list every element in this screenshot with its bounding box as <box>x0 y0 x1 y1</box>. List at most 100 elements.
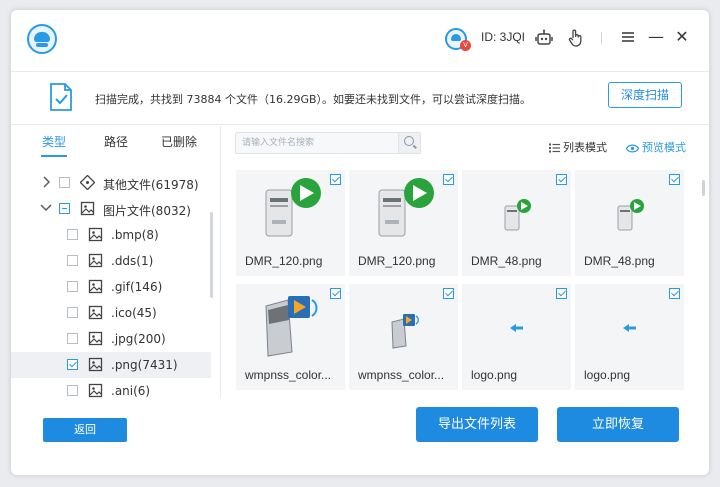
tree-item-gif[interactable]: .gif(146) <box>11 274 211 300</box>
recover-now-button[interactable]: 立即恢复 <box>557 407 679 442</box>
eye-icon <box>625 143 640 156</box>
back-button[interactable]: 返回 <box>43 418 127 442</box>
card-checkbox[interactable] <box>556 174 567 185</box>
image-file-icon <box>80 201 95 216</box>
image-file-icon <box>88 227 103 242</box>
file-card[interactable]: wmpnss_color... <box>349 284 458 390</box>
tree-item-ani[interactable]: .ani(6) <box>11 378 211 398</box>
file-card[interactable]: DMR_120.png <box>349 170 458 276</box>
tree-item-other-files[interactable]: 其他文件(61978) <box>11 170 211 196</box>
list-mode-label: 列表模式 <box>563 141 607 154</box>
file-name: DMR_48.png <box>471 254 542 268</box>
tree-item-label: .ico(45) <box>111 306 157 320</box>
tree-checkbox[interactable] <box>59 177 70 188</box>
tab-path[interactable]: 路径 <box>104 133 128 150</box>
tree-scrollbar[interactable] <box>210 212 213 298</box>
card-checkbox[interactable] <box>556 288 567 299</box>
arrow-left-icon <box>575 290 684 360</box>
file-card[interactable]: DMR_48.png <box>462 170 571 276</box>
tree-item-label: 其他文件(61978) <box>103 178 199 192</box>
file-card[interactable]: DMR_48.png <box>575 170 684 276</box>
tree-item-ico[interactable]: .ico(45) <box>11 300 211 326</box>
wmp-server-large-icon <box>236 290 345 360</box>
file-grid: DMR_120.png DMR_120.png DMR_48.png DMR_4… <box>236 170 696 398</box>
minimize-button[interactable]: — <box>645 26 667 48</box>
tree-item-label: .bmp(8) <box>111 228 159 242</box>
list-mode-button[interactable]: 列表模式 <box>549 139 607 156</box>
menu-icon[interactable] <box>617 26 639 48</box>
tree-item-label: .ani(6) <box>111 384 151 398</box>
file-name: wmpnss_color... <box>245 368 332 382</box>
file-name: DMR_120.png <box>358 254 436 268</box>
tree-item-label: .jpg(200) <box>111 332 166 346</box>
category-panel: 类型 路径 已删除 其他文件(61978) 图片文件(8032) .bmp(8)… <box>11 126 221 398</box>
search-icon[interactable] <box>398 133 420 153</box>
chevron-right-icon[interactable] <box>40 175 52 189</box>
tree-item-dds[interactable]: .dds(1) <box>11 248 211 274</box>
file-card[interactable]: logo.png <box>575 284 684 390</box>
document-check-icon <box>49 82 73 112</box>
tree-checkbox[interactable] <box>67 307 78 318</box>
robot-support-icon[interactable] <box>534 28 554 48</box>
image-file-icon <box>88 357 103 372</box>
vip-badge: V <box>460 40 471 51</box>
search-box <box>235 132 421 154</box>
file-card[interactable]: logo.png <box>462 284 571 390</box>
file-name: DMR_48.png <box>584 254 655 268</box>
tree-checkbox[interactable] <box>59 203 70 214</box>
tab-type[interactable]: 类型 <box>42 133 66 150</box>
scan-result-bar: 扫描完成，共找到 73884 个文件（16.29GB）。如要还未找到文件，可以尝… <box>11 73 709 125</box>
preview-mode-button[interactable]: 预览模式 <box>625 139 686 156</box>
category-tabs: 类型 路径 已删除 <box>11 126 221 158</box>
chevron-down-icon[interactable] <box>40 201 52 215</box>
image-file-icon <box>88 279 103 294</box>
file-card[interactable]: DMR_120.png <box>236 170 345 276</box>
active-tab-indicator <box>41 155 67 157</box>
search-input[interactable] <box>236 133 396 153</box>
tree-item-label: .dds(1) <box>111 254 154 268</box>
app-window: V ID: 3JQI — ✕ 扫描完成，共找到 73884 个文件（16.29G… <box>11 10 709 475</box>
user-id: ID: 3JQI <box>481 30 526 44</box>
card-checkbox[interactable] <box>330 174 341 185</box>
wmp-server-small-icon <box>349 290 458 360</box>
title-bar: V ID: 3JQI — ✕ <box>11 10 709 72</box>
tree-item-label: .gif(146) <box>111 280 163 294</box>
media-server-large-icon <box>349 176 458 246</box>
tree-checkbox[interactable] <box>67 255 78 266</box>
grid-scrollbar[interactable] <box>702 180 705 196</box>
tab-deleted[interactable]: 已删除 <box>161 133 197 150</box>
image-file-icon <box>88 305 103 320</box>
hand-pointer-icon[interactable] <box>566 28 586 48</box>
tree-checkbox[interactable] <box>67 385 78 396</box>
tree-checkbox[interactable] <box>67 333 78 344</box>
file-name: logo.png <box>471 368 518 382</box>
tree-checkbox[interactable] <box>67 359 78 370</box>
card-checkbox[interactable] <box>443 174 454 185</box>
tree-item-image-files[interactable]: 图片文件(8032) <box>11 196 211 222</box>
file-type-tree: 其他文件(61978) 图片文件(8032) .bmp(8) .dds(1) .… <box>11 160 221 398</box>
tree-item-png[interactable]: .png(7431) <box>11 352 211 378</box>
close-button[interactable]: ✕ <box>671 26 693 48</box>
tree-item-bmp[interactable]: .bmp(8) <box>11 222 211 248</box>
card-checkbox[interactable] <box>330 288 341 299</box>
file-card[interactable]: wmpnss_color... <box>236 284 345 390</box>
card-checkbox[interactable] <box>443 288 454 299</box>
file-name: logo.png <box>584 368 631 382</box>
app-logo-icon <box>27 24 57 54</box>
tree-item-label: 图片文件(8032) <box>103 204 191 218</box>
scan-result-text: 扫描完成，共找到 73884 个文件（16.29GB）。如要还未找到文件，可以尝… <box>95 93 532 106</box>
file-preview-panel: 列表模式 预览模式 DMR_120.png DMR_120.png <box>222 126 709 398</box>
arrow-left-icon <box>462 290 571 360</box>
deep-scan-button[interactable]: 深度扫描 <box>608 82 682 108</box>
preview-mode-label: 预览模式 <box>642 141 686 154</box>
card-checkbox[interactable] <box>669 174 680 185</box>
tree-item-jpg[interactable]: .jpg(200) <box>11 326 211 352</box>
tree-checkbox[interactable] <box>67 229 78 240</box>
export-file-list-button[interactable]: 导出文件列表 <box>416 407 538 442</box>
media-server-large-icon <box>236 176 345 246</box>
card-checkbox[interactable] <box>669 288 680 299</box>
tree-checkbox[interactable] <box>67 281 78 292</box>
media-server-small-icon <box>575 176 684 246</box>
list-icon <box>549 143 560 156</box>
file-name: DMR_120.png <box>245 254 323 268</box>
